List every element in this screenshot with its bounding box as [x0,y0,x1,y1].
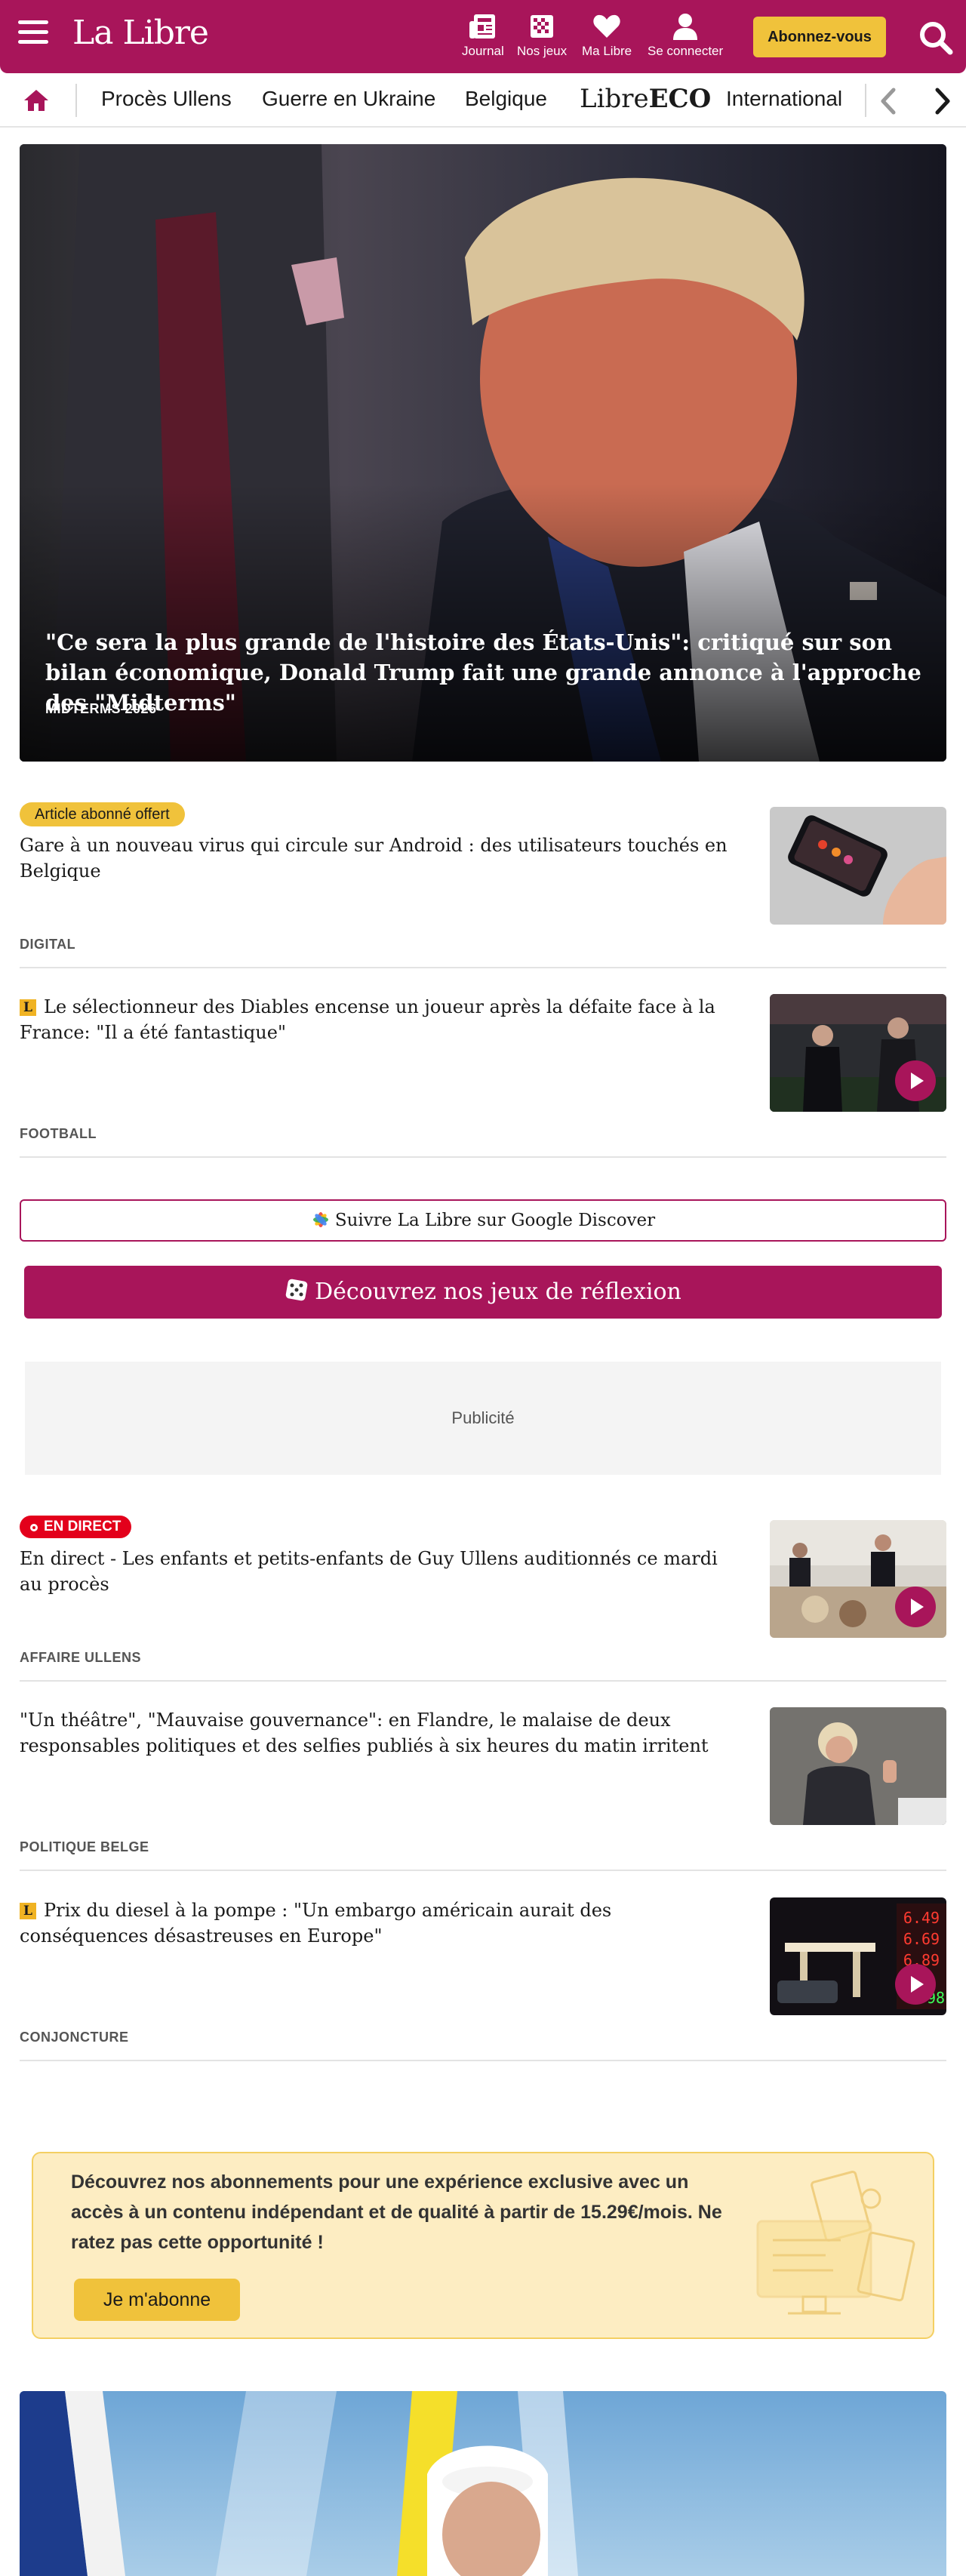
nav-divider [865,84,866,117]
dice-icon [285,1279,308,1301]
article-title[interactable]: Gare à un nouveau virus qui circule sur … [20,833,744,884]
subscribe-button[interactable]: Abonnez-vous [753,17,886,57]
journal-button[interactable]: Journal [462,12,504,59]
ma-libre-button[interactable]: Ma Libre [582,12,632,59]
article-thumbnail[interactable] [770,807,946,925]
offered-article-badge: Article abonné offert [20,802,185,826]
article-item[interactable]: Article abonné offert Gare à un nouveau … [20,802,946,970]
live-badge-label: EN DIRECT [44,1519,122,1534]
ad-placeholder: Publicité [25,1362,941,1475]
article-title[interactable]: L Prix du diesel à la pompe : "Un embargo… [20,1897,744,1949]
login-button[interactable]: Se connecter [648,12,723,59]
premium-icon: L [20,999,36,1016]
newspaper-icon [469,14,495,38]
games-grid-icon [531,15,554,38]
article-item[interactable]: EN DIRECT En direct - Les enfants et pet… [20,1516,946,1683]
subscription-promo: Découvrez nos abonnements pour une expér… [32,2152,934,2339]
libre-eco-suffix: ECO [648,84,712,114]
nav-item-guerre-ukraine[interactable]: Guerre en Ukraine [262,87,435,111]
libre-eco-prefix: Libre [580,84,649,114]
google-discover-icon [312,1212,328,1227]
games-label: Nos jeux [517,44,568,58]
fuel-price: 6.69 [903,1930,940,1948]
article-divider [20,1870,946,1871]
article-divider [20,1680,946,1682]
nav-item-belgique[interactable]: Belgique [465,87,547,111]
phone-photo [770,807,946,925]
subscribe-promo-button[interactable]: Je m'abonne [74,2279,240,2321]
games-button[interactable]: Découvrez nos jeux de réflexion [24,1266,942,1319]
google-discover-label: Suivre La Libre sur Google Discover [334,1211,656,1230]
hero-title[interactable]: "Ce sera la plus grande de l'histoire de… [45,627,936,718]
promo-illustration [756,2170,915,2315]
top-header: La Libre Journal Nos jeux Ma Libre Se co… [0,0,966,73]
article-title[interactable]: L Le sélectionneur des Diables encense un… [20,994,744,1045]
play-icon[interactable] [895,1964,936,2005]
article-item[interactable]: L Prix du diesel à la pompe : "Un embargo… [20,1897,946,2064]
fuel-price: 6.49 [903,1909,940,1927]
article-divider [20,2060,946,2061]
article-thumbnail[interactable] [770,1707,946,1825]
search-icon[interactable] [918,20,954,56]
chevron-right-icon[interactable] [928,87,955,115]
home-icon[interactable] [23,88,50,112]
politician-photo [770,1707,946,1825]
article-category[interactable]: FOOTBALL [20,1126,97,1142]
article-thumbnail[interactable] [770,1520,946,1638]
article-title-text: Le sélectionneur des Diables encense un … [20,996,715,1043]
nav-divider [75,84,77,117]
live-badge: EN DIRECT [20,1516,132,1538]
second-hero-image[interactable] [20,2391,946,2576]
games-label: Découvrez nos jeux de réflexion [315,1279,681,1305]
article-category[interactable]: CONJONCTURE [20,2030,129,2045]
ma-libre-label: Ma Libre [582,44,632,58]
article-thumbnail[interactable]: 6.49 6.69 6.89 98 [770,1897,946,2015]
play-icon[interactable] [895,1060,936,1101]
article-divider [20,967,946,968]
article-item[interactable]: "Un théâtre", "Mauvaise gouvernance": en… [20,1707,946,1873]
google-discover-button[interactable]: Suivre La Libre sur Google Discover [20,1199,946,1242]
article-title-text: Prix du diesel à la pompe : "Un embargo … [20,1900,612,1947]
article-title[interactable]: "Un théâtre", "Mauvaise gouvernance": en… [20,1707,744,1759]
hero-tag[interactable]: MIDTERMS 2026 [45,701,157,717]
login-label: Se connecter [648,44,724,58]
nav-item-proces-ullens[interactable]: Procès Ullens [101,87,232,111]
article-title[interactable]: En direct - Les enfants et petits-enfant… [20,1546,744,1597]
menu-icon[interactable] [18,20,51,51]
article-divider [20,1156,946,1158]
article-item[interactable]: L Le sélectionneur des Diables encense un… [20,994,946,1160]
chevron-left-icon[interactable] [875,87,903,115]
play-icon[interactable] [895,1587,936,1627]
nav-item-international[interactable]: International [726,87,842,111]
site-logo[interactable]: La Libre [72,14,209,52]
article-category[interactable]: POLITIQUE BELGE [20,1839,149,1855]
games-button[interactable]: Nos jeux [517,12,567,59]
hero-article[interactable]: "Ce sera la plus grande de l'histoire de… [20,144,946,762]
user-icon [673,14,698,40]
journal-label: Journal [462,44,504,58]
article-thumbnail[interactable] [770,994,946,1112]
nav-item-libre-eco[interactable]: LibreECO [580,84,711,114]
article-category[interactable]: AFFAIRE ULLENS [20,1650,141,1666]
pope-photo [20,2391,946,2576]
section-nav: Procès Ullens Guerre en Ukraine Belgique… [0,73,966,128]
live-dot-icon [30,1524,38,1531]
promo-text: Découvrez nos abonnements pour une expér… [71,2171,722,2253]
article-category[interactable]: DIGITAL [20,937,75,953]
premium-icon: L [20,1903,36,1919]
heart-icon [593,14,620,38]
